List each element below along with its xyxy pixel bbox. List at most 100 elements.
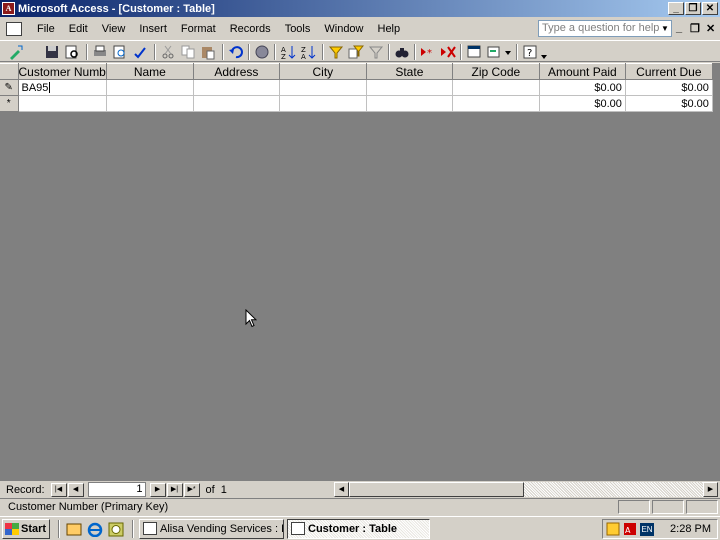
- scroll-right-icon[interactable]: ▶: [703, 482, 718, 497]
- hyperlink-icon[interactable]: [254, 44, 270, 60]
- record-number-input[interactable]: 1: [87, 482, 146, 497]
- menu-format[interactable]: Format: [174, 23, 223, 35]
- asterisk-icon[interactable]: *: [0, 95, 19, 112]
- save-icon[interactable]: [44, 44, 60, 60]
- menu-view[interactable]: View: [95, 23, 133, 35]
- language-indicator[interactable]: EN: [640, 522, 654, 536]
- column-header-city[interactable]: City: [279, 63, 367, 80]
- toolbar-separator: [460, 44, 462, 60]
- datasheet-view[interactable]: Customer Numb Name Address City State Zi…: [0, 63, 720, 481]
- menu-file[interactable]: File: [30, 23, 62, 35]
- cell-city[interactable]: [279, 95, 367, 112]
- cell-name[interactable]: [106, 79, 194, 96]
- scroll-track[interactable]: [524, 482, 703, 497]
- cell-name[interactable]: [106, 95, 194, 112]
- menu-tools[interactable]: Tools: [278, 23, 318, 35]
- cell-city[interactable]: [279, 79, 367, 96]
- column-header-name[interactable]: Name: [106, 63, 194, 80]
- column-header-zip-code[interactable]: Zip Code: [452, 63, 540, 80]
- title-bar: A Microsoft Access - [Customer : Table] …: [0, 0, 720, 17]
- cell-address[interactable]: [193, 95, 280, 112]
- cell-amount-paid[interactable]: $0.00: [539, 95, 626, 112]
- doc-close-button[interactable]: ✕: [706, 22, 715, 35]
- new-record-nav-button[interactable]: ▶*: [183, 482, 200, 497]
- search-icon[interactable]: [64, 44, 80, 60]
- undo-icon[interactable]: [228, 44, 244, 60]
- find-icon[interactable]: [394, 44, 410, 60]
- cell-current-due[interactable]: $0.00: [625, 95, 713, 112]
- print-icon[interactable]: [92, 44, 108, 60]
- first-record-button[interactable]: |◀: [50, 482, 67, 497]
- sort-descending-icon[interactable]: ZA: [300, 44, 316, 60]
- view-design-icon[interactable]: [8, 44, 24, 60]
- task-button-database[interactable]: Alisa Vending Services : D...: [139, 519, 284, 539]
- toolbar: AZ ZA * ?: [0, 40, 720, 62]
- show-desktop-icon[interactable]: [66, 522, 82, 537]
- sort-ascending-icon[interactable]: AZ: [280, 44, 296, 60]
- pencil-icon[interactable]: ✎: [0, 79, 19, 96]
- restore-button[interactable]: ❐: [685, 2, 701, 15]
- apply-filter-icon[interactable]: [368, 44, 384, 60]
- toolbar-options-icon[interactable]: [540, 44, 548, 60]
- task-button-customer-table[interactable]: Customer : Table: [287, 519, 430, 539]
- copy-icon[interactable]: [180, 44, 196, 60]
- print-preview-icon[interactable]: [112, 44, 128, 60]
- horizontal-scrollbar[interactable]: ◀ ▶: [334, 482, 718, 497]
- help-icon[interactable]: ?: [522, 44, 538, 60]
- chevron-down-icon[interactable]: [504, 44, 512, 60]
- status-cell: [618, 500, 650, 514]
- toolbar-separator: [86, 44, 88, 60]
- select-all-corner[interactable]: [0, 63, 19, 80]
- help-question-input[interactable]: Type a question for help ▼: [538, 20, 672, 37]
- spelling-icon[interactable]: [132, 44, 148, 60]
- close-button[interactable]: ✕: [702, 2, 718, 15]
- menu-edit[interactable]: Edit: [62, 23, 95, 35]
- header-row: Customer Numb Name Address City State Zi…: [0, 63, 713, 80]
- cell-zip-code[interactable]: [452, 95, 540, 112]
- cell-zip-code[interactable]: [452, 79, 540, 96]
- chevron-down-icon[interactable]: ▼: [659, 21, 671, 36]
- new-record-row: * $0.00 $0.00: [0, 95, 713, 112]
- cell-customer-number[interactable]: BA95: [18, 79, 107, 96]
- volume-icon[interactable]: [606, 522, 620, 536]
- clock[interactable]: 2:28 PM: [670, 520, 711, 538]
- column-header-amount-paid[interactable]: Amount Paid: [539, 63, 626, 80]
- cut-icon[interactable]: [160, 44, 176, 60]
- next-record-button[interactable]: ▶: [149, 482, 166, 497]
- ati-icon[interactable]: A: [623, 522, 637, 536]
- column-header-customer-number[interactable]: Customer Numb: [18, 63, 107, 80]
- media-player-icon[interactable]: [108, 522, 124, 537]
- table-window-icon[interactable]: [6, 21, 22, 36]
- cell-current-due[interactable]: $0.00: [625, 79, 713, 96]
- cell-state[interactable]: [366, 95, 453, 112]
- menu-insert[interactable]: Insert: [132, 23, 174, 35]
- column-header-state[interactable]: State: [366, 63, 453, 80]
- internet-explorer-icon[interactable]: [87, 522, 103, 537]
- cell-customer-number[interactable]: [18, 95, 107, 112]
- new-record-icon[interactable]: *: [420, 44, 436, 60]
- column-header-address[interactable]: Address: [193, 63, 280, 80]
- access-app-icon[interactable]: A: [2, 2, 15, 15]
- scroll-thumb[interactable]: [349, 482, 524, 497]
- column-header-current-due[interactable]: Current Due: [625, 63, 713, 80]
- cell-address[interactable]: [193, 79, 280, 96]
- last-record-button[interactable]: ▶|: [166, 482, 183, 497]
- database-window-icon[interactable]: [466, 44, 482, 60]
- delete-record-icon[interactable]: [440, 44, 456, 60]
- text-caret: [49, 82, 51, 94]
- menu-window[interactable]: Window: [317, 23, 370, 35]
- cell-state[interactable]: [366, 79, 453, 96]
- doc-minimize-button[interactable]: _: [676, 22, 682, 34]
- paste-icon[interactable]: [200, 44, 216, 60]
- start-button[interactable]: Start: [2, 519, 50, 539]
- minimize-button[interactable]: _: [668, 2, 684, 15]
- menu-records[interactable]: Records: [223, 23, 278, 35]
- doc-restore-button[interactable]: ❐: [690, 22, 700, 35]
- filter-by-selection-icon[interactable]: [328, 44, 344, 60]
- menu-help[interactable]: Help: [371, 23, 408, 35]
- filter-by-form-icon[interactable]: [348, 44, 364, 60]
- new-object-icon[interactable]: [486, 44, 502, 60]
- scroll-left-icon[interactable]: ◀: [334, 482, 349, 497]
- cell-amount-paid[interactable]: $0.00: [539, 79, 626, 96]
- previous-record-button[interactable]: ◀: [67, 482, 84, 497]
